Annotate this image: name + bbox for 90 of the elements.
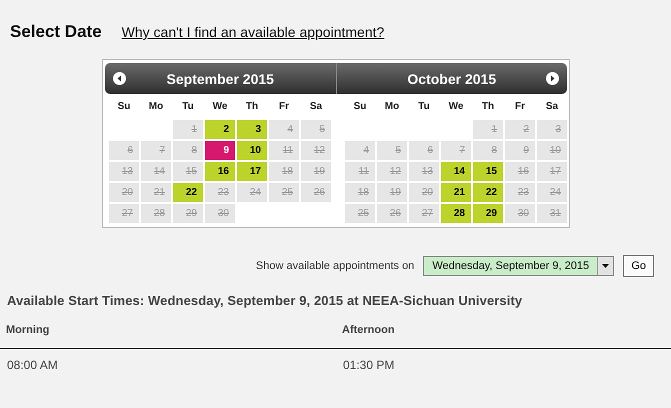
calendar-day: 8 <box>173 141 203 160</box>
time-slot[interactable]: 08:00 AM <box>0 349 336 372</box>
previous-month-icon[interactable] <box>113 72 126 85</box>
calendar-day[interactable]: 22 <box>173 183 203 202</box>
calendar-day: 30 <box>505 204 535 223</box>
calendar-day: 20 <box>109 183 139 202</box>
calendar-day: 23 <box>505 183 535 202</box>
calendar-day: 24 <box>237 183 267 202</box>
weekday-label: Mo <box>148 100 164 114</box>
calendar-day: 20 <box>409 183 439 202</box>
calendar-day: 13 <box>109 162 139 181</box>
calendar-day: 2 <box>505 120 535 139</box>
calendar-day: 13 <box>409 162 439 181</box>
calendar-day: 26 <box>377 204 407 223</box>
calendar-day: 19 <box>377 183 407 202</box>
calendar-day: 21 <box>141 183 171 202</box>
weekday-label: Tu <box>181 100 195 114</box>
calendar-day: 1 <box>173 120 203 139</box>
weekday-label: Sa <box>308 100 324 114</box>
calendar-day: 26 <box>301 183 331 202</box>
calendar-day: 29 <box>173 204 203 223</box>
calendar-day: 24 <box>537 183 567 202</box>
calendar-day: 7 <box>441 141 471 160</box>
month-title: October 2015 <box>407 70 496 86</box>
weekday-label: Su <box>116 100 132 114</box>
calendar-day: 23 <box>205 183 235 202</box>
calendar-day: 19 <box>301 162 331 181</box>
calendar-day: 5 <box>301 120 331 139</box>
calendar-day: 17 <box>537 162 567 181</box>
calendar-day[interactable]: 15 <box>473 162 503 181</box>
calendar-day: 15 <box>173 162 203 181</box>
calendar-day[interactable]: 28 <box>441 204 471 223</box>
calendar-day: 30 <box>205 204 235 223</box>
calendar-day[interactable]: 16 <box>205 162 235 181</box>
calendar-day[interactable]: 2 <box>205 120 235 139</box>
help-link[interactable]: Why can't I find an available appointment? <box>122 24 384 40</box>
time-slot[interactable]: 01:30 PM <box>336 349 671 372</box>
weekday-label: Sa <box>544 100 560 114</box>
calendar-day: 5 <box>377 141 407 160</box>
calendar-day: 25 <box>269 183 299 202</box>
weekday-label: We <box>212 100 228 114</box>
calendar-day: 9 <box>505 141 535 160</box>
calendar-day: 18 <box>269 162 299 181</box>
calendar-day: 1 <box>473 120 503 139</box>
calendar-day: 3 <box>537 120 567 139</box>
calendar-day[interactable]: 21 <box>441 183 471 202</box>
date-select[interactable]: Wednesday, September 9, 2015 <box>423 256 614 276</box>
calendar-day: 12 <box>377 162 407 181</box>
calendar-day[interactable]: 17 <box>237 162 267 181</box>
weekday-label: Tu <box>417 100 431 114</box>
calendar-day[interactable]: 10 <box>237 141 267 160</box>
calendar-day: 11 <box>345 162 375 181</box>
calendar-day[interactable]: 14 <box>441 162 471 181</box>
calendar-day: 11 <box>269 141 299 160</box>
calendar-day: 4 <box>345 141 375 160</box>
calendar-day: 14 <box>141 162 171 181</box>
month-title: September 2015 <box>166 70 274 86</box>
column-header: Afternoon <box>336 324 671 349</box>
column-header: Morning <box>0 324 336 349</box>
weekday-label: Th <box>244 100 260 114</box>
caret-icon <box>597 257 614 275</box>
calendar-day: 4 <box>269 120 299 139</box>
weekday-label: Mo <box>384 100 400 114</box>
weekday-label: Su <box>352 100 368 114</box>
calendar-day: 25 <box>345 204 375 223</box>
calendar-day: 12 <box>301 141 331 160</box>
page-title: Select Date <box>10 22 102 42</box>
go-button[interactable]: Go <box>623 255 654 277</box>
calendar-day[interactable]: 22 <box>473 183 503 202</box>
calendar-day: 28 <box>141 204 171 223</box>
weekday-label: We <box>448 100 464 114</box>
weekday-label: Th <box>480 100 496 114</box>
calendar-day: 27 <box>109 204 139 223</box>
calendar-day: 18 <box>345 183 375 202</box>
calendar-day: 31 <box>537 204 567 223</box>
calendar-day: 8 <box>473 141 503 160</box>
weekday-label: Fr <box>278 100 290 114</box>
calendar-day: 7 <box>141 141 171 160</box>
results-heading: Available Start Times: Wednesday, September 9, 2015 at NEEA-Sichuan University <box>7 293 524 308</box>
date-picker-label: Show available appointments on <box>256 260 414 272</box>
calendar-day: 16 <box>505 162 535 181</box>
calendar-day[interactable]: 3 <box>237 120 267 139</box>
next-month-icon[interactable] <box>546 72 559 85</box>
weekday-label: Fr <box>514 100 526 114</box>
calendar-day[interactable]: 29 <box>473 204 503 223</box>
calendar-day: 6 <box>409 141 439 160</box>
calendar-day: 6 <box>109 141 139 160</box>
calendar-day: 27 <box>409 204 439 223</box>
calendar-day: 10 <box>537 141 567 160</box>
calendar-day[interactable]: 9 <box>205 141 235 160</box>
